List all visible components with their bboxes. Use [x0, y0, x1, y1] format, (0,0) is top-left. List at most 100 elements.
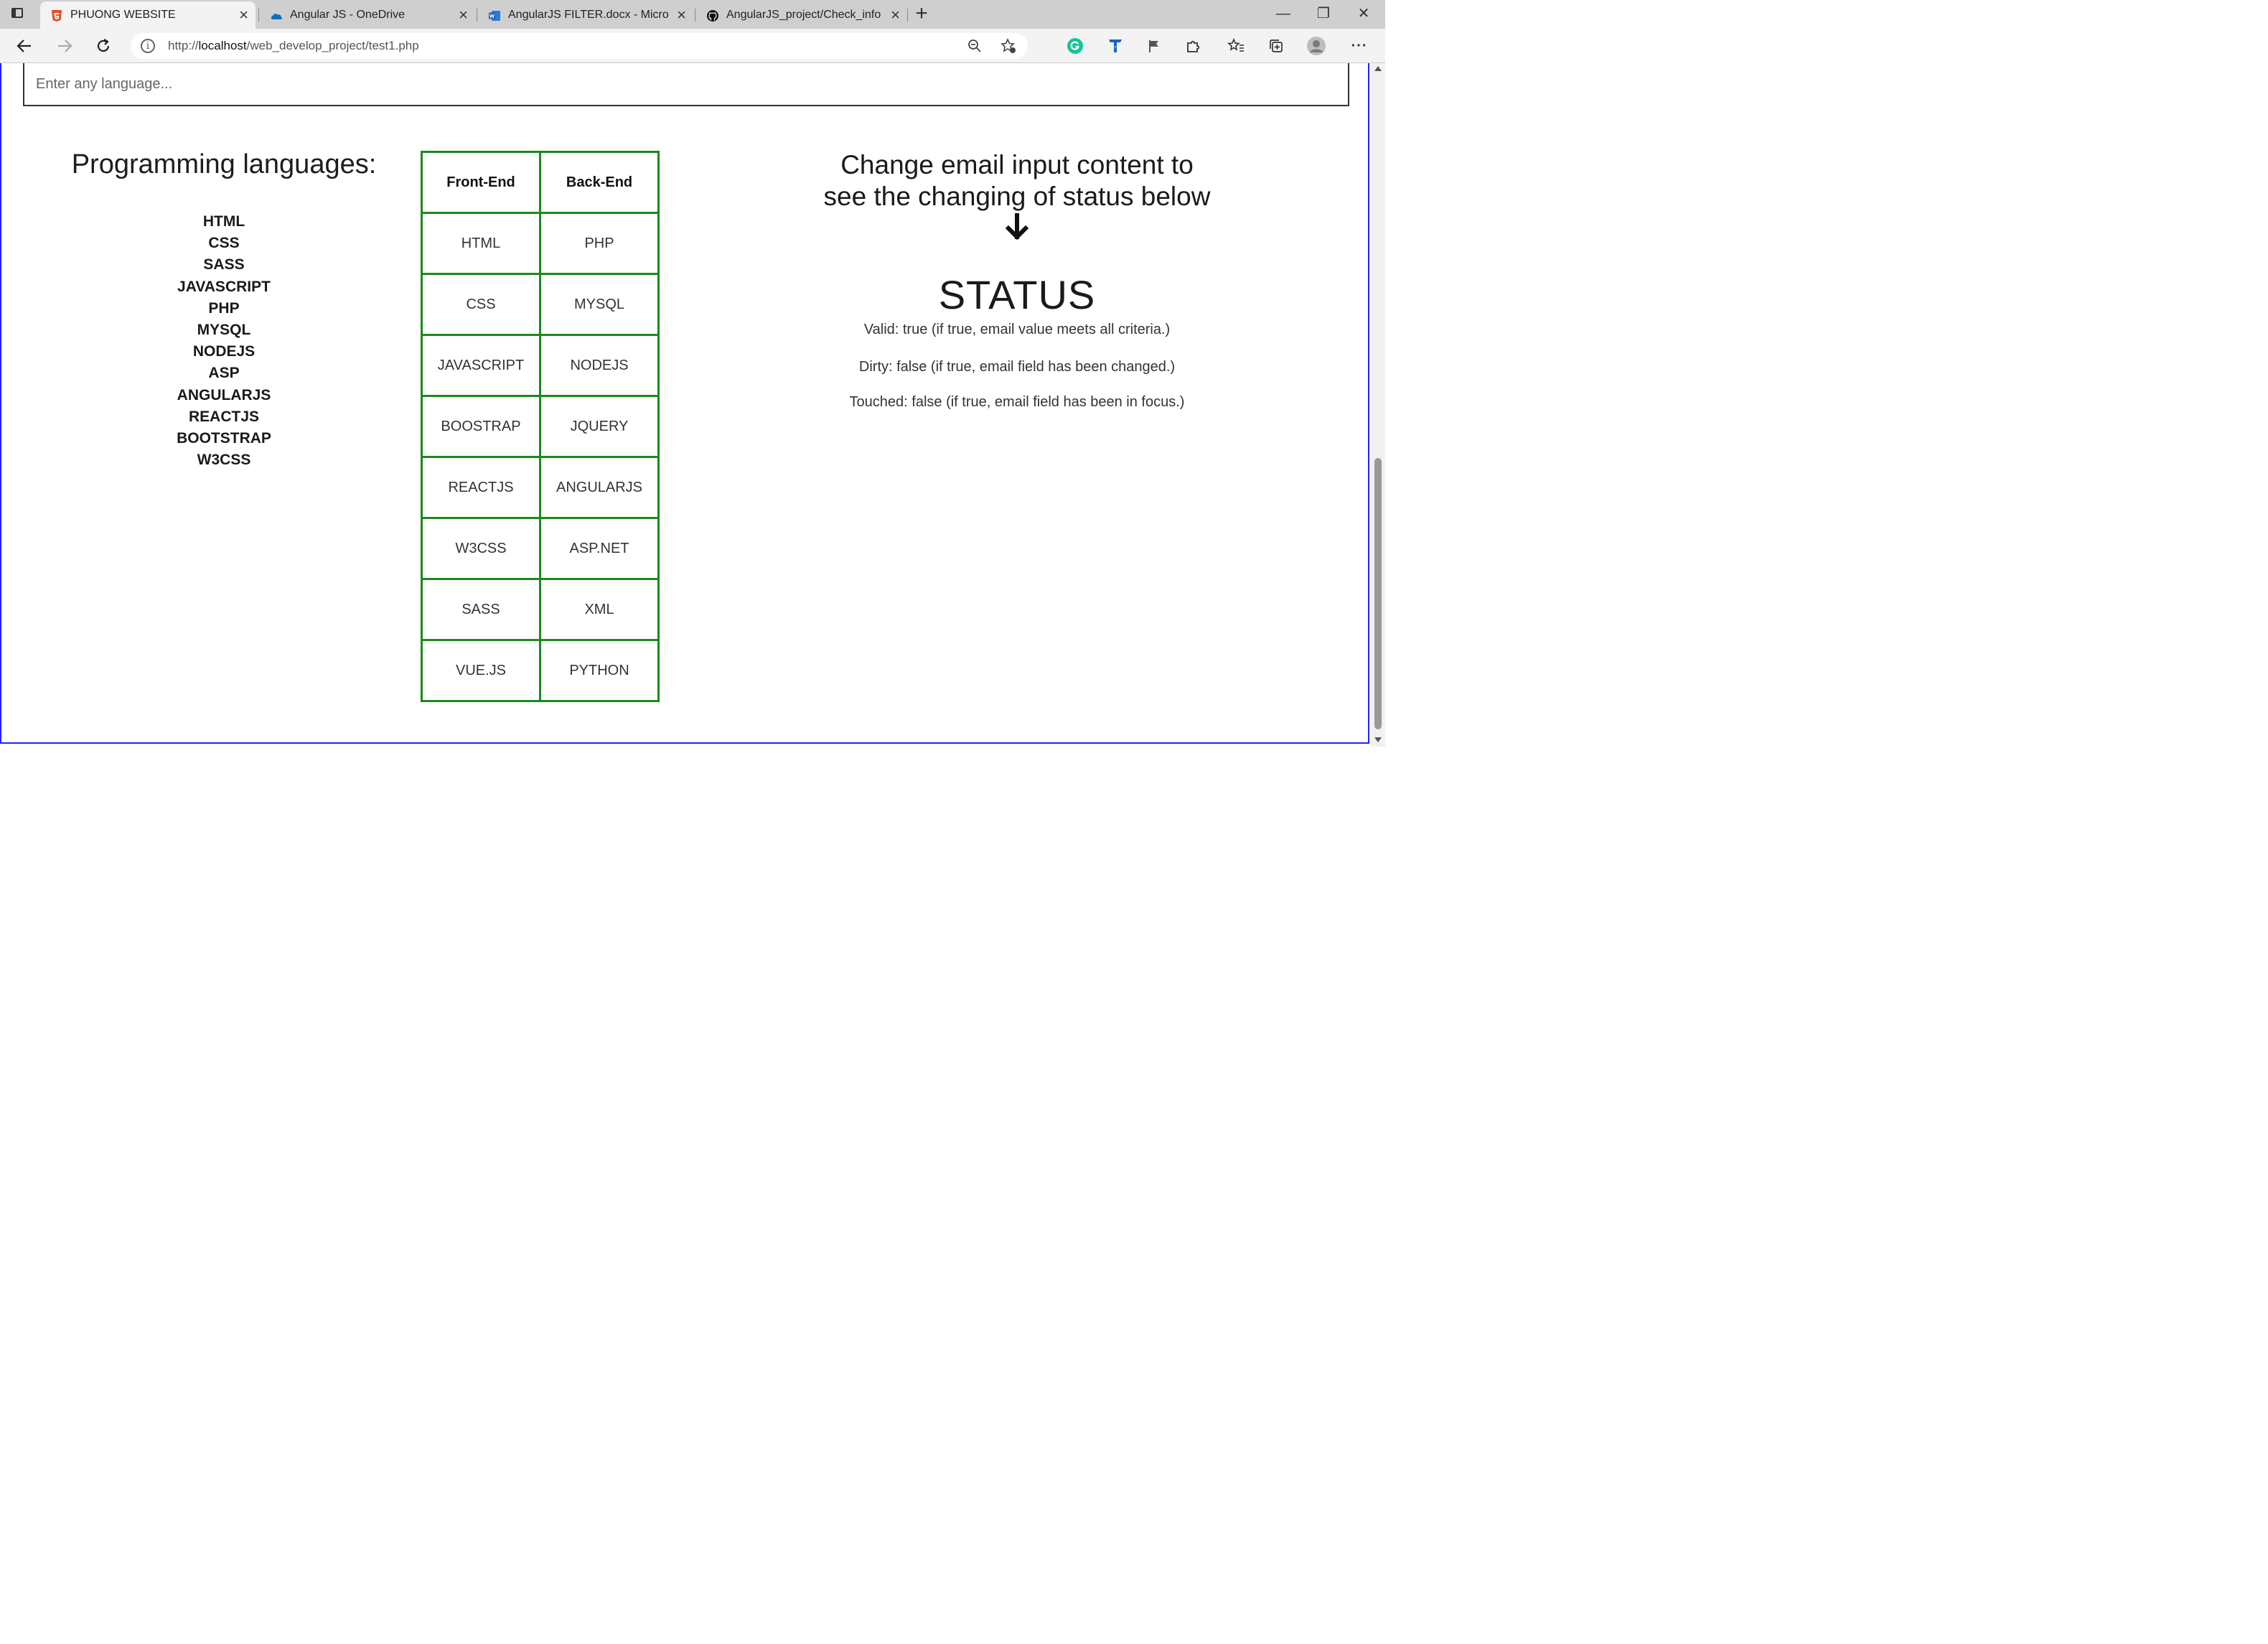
table-cell: JQUERY	[539, 395, 660, 458]
language-item: HTML	[202, 213, 245, 230]
table-cell: XML	[539, 578, 660, 641]
languages-heading: Programming languages:	[71, 149, 377, 179]
hint-line-1: Change email input content to	[840, 150, 1194, 179]
language-item: MYSQL	[197, 322, 251, 339]
table-cell: PHP	[539, 212, 660, 275]
status-hint-heading: Change email input content to see the ch…	[791, 149, 1243, 212]
html5-icon	[52, 10, 62, 22]
language-item: NODEJS	[192, 343, 256, 360]
table-cell: ASP.NET	[539, 517, 660, 580]
forward-arrow-icon	[58, 39, 72, 52]
tab-separator	[907, 9, 908, 22]
tech-stack-table: Front-End Back-End HTML PHP CSS MYSQL JAVA…	[421, 151, 660, 702]
table-cell: REACTJS	[421, 456, 541, 519]
vertical-scrollbar[interactable]	[1371, 63, 1385, 747]
table-cell: NODEJS	[539, 334, 660, 397]
language-item: ANGULARJS	[177, 386, 271, 403]
table-cell: ANGULARJS	[539, 456, 660, 519]
table-header-row: Front-End Back-End	[421, 151, 660, 214]
page-frame: Programming languages: HTML CSS SASS JAV…	[0, 63, 1369, 744]
header-back-end: Back-End	[539, 151, 660, 214]
status-title: STATUS	[938, 272, 1096, 317]
table-cell: JAVASCRIPT	[421, 334, 541, 397]
tab-word-document[interactable]: AngularJS FILTER.docx - Microsoft ×	[478, 1, 693, 29]
table-cell: W3CSS	[421, 517, 541, 580]
onedrive-icon	[271, 14, 282, 19]
forward-button[interactable]	[52, 33, 78, 59]
tab-title: AngularJS FILTER.docx - Microsoft	[508, 9, 669, 21]
table-row: REACTJS ANGULARJS	[421, 456, 660, 519]
language-item: CSS	[208, 235, 240, 252]
status-touched: Touched: false (if true, email field has…	[849, 394, 1185, 410]
table-row: JAVASCRIPT NODEJS	[421, 334, 660, 397]
table-row: HTML PHP	[421, 212, 660, 275]
table-row: VUE.JS PYTHON	[421, 639, 660, 702]
tab-onedrive[interactable]: Angular JS - OneDrive ×	[260, 1, 475, 29]
github-icon	[707, 10, 718, 22]
tab-phuong-website[interactable]: PHUONG WEBSITE ×	[40, 1, 256, 29]
tab-actions-icon[interactable]	[9, 6, 27, 23]
restore-button[interactable]: ❐	[1303, 0, 1344, 29]
more-options-icon[interactable]: ···	[1349, 36, 1369, 56]
close-tab-icon[interactable]: ×	[891, 1, 900, 29]
zoom-icon[interactable]	[967, 39, 982, 53]
language-item: PHP	[208, 299, 240, 317]
close-window-button[interactable]: ✕	[1344, 0, 1384, 29]
languages-list: HTML CSS SASS JAVASCRIPT PHP MYSQL NODEJ…	[116, 211, 332, 471]
tab-title: AngularJS_project/Check_info at	[726, 9, 883, 21]
language-search-input[interactable]	[23, 63, 1349, 106]
tab-title: Angular JS - OneDrive	[290, 9, 406, 21]
refresh-button[interactable]	[90, 33, 116, 59]
language-item: BOOTSTRAP	[177, 430, 271, 447]
scrollbar-thumb[interactable]	[1374, 458, 1382, 729]
language-item: JAVASCRIPT	[177, 278, 271, 295]
site-info-icon[interactable]: i	[141, 39, 155, 53]
extensions-icon[interactable]	[1183, 36, 1203, 56]
table-row: SASS XML	[421, 578, 660, 641]
navigation-bar: i http://localhost/web_develop_project/t…	[0, 29, 1385, 63]
hint-line-2: see the changing of status below	[823, 182, 1211, 211]
add-favorite-icon[interactable]	[1001, 38, 1016, 54]
table-cell: PYTHON	[539, 639, 660, 702]
address-bar[interactable]: i http://localhost/web_develop_project/t…	[131, 33, 1028, 59]
flag-icon[interactable]	[1144, 36, 1164, 56]
language-item: SASS	[203, 256, 245, 274]
tab-bar: PHUONG WEBSITE × Angular JS - OneDrive ×…	[0, 0, 1385, 29]
close-tab-icon[interactable]: ×	[459, 1, 468, 29]
page-viewport: Programming languages: HTML CSS SASS JAV…	[0, 63, 1371, 747]
table-row: W3CSS ASP.NET	[421, 517, 660, 580]
language-item: REACTJS	[188, 408, 260, 425]
favorites-icon[interactable]	[1226, 36, 1246, 56]
tab-github[interactable]: AngularJS_project/Check_info at ×	[696, 1, 907, 29]
status-dirty: Dirty: false (if true, email field has b…	[858, 359, 1176, 375]
refresh-icon	[97, 39, 110, 52]
collections-icon[interactable]	[1266, 36, 1286, 56]
header-front-end: Front-End	[421, 151, 541, 214]
scroll-up-arrow-icon[interactable]	[1374, 66, 1382, 71]
tab-separator	[258, 9, 259, 22]
browser-window: PHUONG WEBSITE × Angular JS - OneDrive ×…	[0, 0, 1385, 747]
scroll-down-arrow-icon[interactable]	[1374, 737, 1382, 742]
back-arrow-icon	[17, 39, 31, 52]
grammarly-icon[interactable]	[1065, 36, 1085, 56]
close-tab-icon[interactable]: ×	[677, 1, 686, 29]
word-icon	[489, 11, 500, 21]
profile-avatar[interactable]	[1306, 36, 1326, 56]
language-item: ASP	[208, 365, 240, 382]
table-cell: CSS	[421, 273, 541, 336]
url-text[interactable]: http://localhost/web_develop_project/tes…	[168, 33, 419, 59]
table-row: BOOSTRAP JQUERY	[421, 395, 660, 458]
table-cell: MYSQL	[539, 273, 660, 336]
table-cell: SASS	[421, 578, 541, 641]
back-button[interactable]	[11, 33, 37, 59]
shield-extension-icon[interactable]	[1105, 36, 1125, 56]
table-cell: BOOSTRAP	[421, 395, 541, 458]
language-item: W3CSS	[197, 452, 251, 469]
tab-title: PHUONG WEBSITE	[70, 9, 176, 21]
table-row: CSS MYSQL	[421, 273, 660, 336]
arrow-down-icon	[1005, 213, 1029, 240]
new-tab-button[interactable]: +	[909, 0, 934, 27]
minimize-button[interactable]: —	[1263, 0, 1303, 29]
table-cell: HTML	[421, 212, 541, 275]
close-tab-icon[interactable]: ×	[239, 1, 248, 29]
